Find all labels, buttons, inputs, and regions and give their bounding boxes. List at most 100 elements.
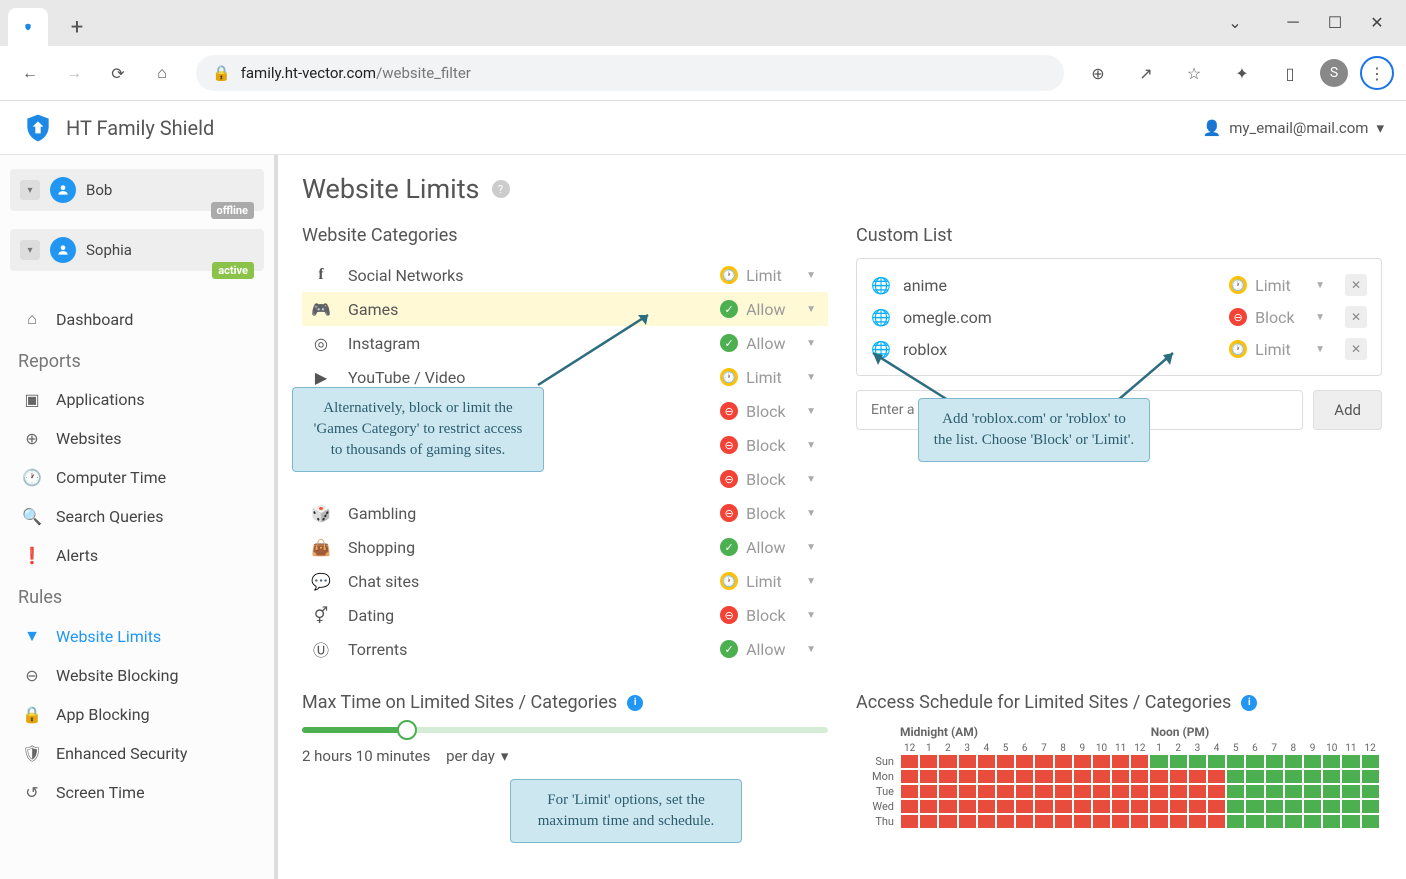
share-icon[interactable]: ↗ xyxy=(1128,55,1164,91)
back-button[interactable]: ← xyxy=(12,55,48,91)
schedule-cell[interactable] xyxy=(1034,754,1053,769)
schedule-cell[interactable] xyxy=(1073,814,1092,829)
remove-button[interactable]: ✕ xyxy=(1345,274,1367,296)
schedule-cell[interactable] xyxy=(958,799,977,814)
info-icon[interactable]: i xyxy=(1241,695,1257,711)
info-icon[interactable]: i xyxy=(627,695,643,711)
schedule-cell[interactable] xyxy=(1265,814,1284,829)
schedule-cell[interactable] xyxy=(1245,754,1264,769)
schedule-cell[interactable] xyxy=(996,754,1015,769)
schedule-cell[interactable] xyxy=(1092,769,1111,784)
schedule-cell[interactable] xyxy=(996,799,1015,814)
schedule-cell[interactable] xyxy=(1322,784,1341,799)
schedule-cell[interactable] xyxy=(1092,814,1111,829)
slider-thumb[interactable] xyxy=(397,720,417,740)
schedule-cell[interactable] xyxy=(1015,754,1034,769)
schedule-cell[interactable] xyxy=(1130,769,1149,784)
schedule-cell[interactable] xyxy=(1226,799,1245,814)
schedule-cell[interactable] xyxy=(1361,784,1380,799)
schedule-cell[interactable] xyxy=(1188,769,1207,784)
address-bar[interactable]: 🔒 family.ht-vector.com/website_filter xyxy=(196,55,1064,91)
schedule-cell[interactable] xyxy=(1303,769,1322,784)
forward-button[interactable]: → xyxy=(56,55,92,91)
schedule-cell[interactable] xyxy=(1341,799,1360,814)
minimize-button[interactable]: ─ xyxy=(1272,6,1314,38)
schedule-cell[interactable] xyxy=(1188,754,1207,769)
schedule-cell[interactable] xyxy=(938,814,957,829)
schedule-cell[interactable] xyxy=(1130,784,1149,799)
remove-button[interactable]: ✕ xyxy=(1345,338,1367,360)
schedule-cell[interactable] xyxy=(1322,799,1341,814)
schedule-cell[interactable] xyxy=(1073,754,1092,769)
category-row[interactable]: Ⓤ Torrents ✓ Allow ▼ xyxy=(302,632,828,666)
schedule-cell[interactable] xyxy=(1073,769,1092,784)
category-row[interactable]: 🎲 Gambling ⊖ Block ▼ xyxy=(302,496,828,530)
status-dropdown[interactable]: ⊖ Block ▼ xyxy=(720,606,816,625)
schedule-cell[interactable] xyxy=(1284,799,1303,814)
nav-website-blocking[interactable]: ⊖Website Blocking xyxy=(0,656,274,695)
active-tab[interactable] xyxy=(8,8,48,46)
schedule-cell[interactable] xyxy=(1361,769,1380,784)
schedule-cell[interactable] xyxy=(938,799,957,814)
schedule-cell[interactable] xyxy=(1284,784,1303,799)
nav-app-blocking[interactable]: 🔒App Blocking xyxy=(0,695,274,734)
home-button[interactable]: ⌂ xyxy=(144,55,180,91)
schedule-cell[interactable] xyxy=(1284,814,1303,829)
schedule-cell[interactable] xyxy=(1092,799,1111,814)
nav-websites[interactable]: ⊕Websites xyxy=(0,419,274,458)
schedule-cell[interactable] xyxy=(996,769,1015,784)
schedule-cell[interactable] xyxy=(1245,784,1264,799)
category-row[interactable]: f Social Networks 🕐 Limit ▼ xyxy=(302,258,828,292)
schedule-cell[interactable] xyxy=(1207,799,1226,814)
schedule-cell[interactable] xyxy=(919,814,938,829)
schedule-cell[interactable] xyxy=(1111,814,1130,829)
schedule-cell[interactable] xyxy=(996,784,1015,799)
schedule-cell[interactable] xyxy=(1245,769,1264,784)
schedule-cell[interactable] xyxy=(1169,784,1188,799)
help-icon[interactable]: ? xyxy=(492,180,510,198)
user-menu[interactable]: 👤 my_email@mail.com ▾ xyxy=(1203,119,1384,137)
schedule-cell[interactable] xyxy=(900,784,919,799)
schedule-cell[interactable] xyxy=(1245,814,1264,829)
schedule-cell[interactable] xyxy=(1111,754,1130,769)
schedule-cell[interactable] xyxy=(977,769,996,784)
status-dropdown[interactable]: ✓ Allow ▼ xyxy=(720,334,816,353)
schedule-cell[interactable] xyxy=(1149,769,1168,784)
schedule-cell[interactable] xyxy=(1169,814,1188,829)
schedule-cell[interactable] xyxy=(1054,754,1073,769)
schedule-cell[interactable] xyxy=(1245,799,1264,814)
schedule-cell[interactable] xyxy=(958,754,977,769)
browser-menu-button[interactable]: ⋮ xyxy=(1360,56,1394,90)
star-icon[interactable]: ☆ xyxy=(1176,55,1212,91)
schedule-cell[interactable] xyxy=(1073,784,1092,799)
status-dropdown[interactable]: ⊖ Block ▼ xyxy=(720,402,816,421)
category-row[interactable]: ⚥ Dating ⊖ Block ▼ xyxy=(302,598,828,632)
schedule-cell[interactable] xyxy=(1188,799,1207,814)
category-row[interactable]: 👜 Shopping ✓ Allow ▼ xyxy=(302,530,828,564)
profile-item[interactable]: ▾ Bob offline xyxy=(10,169,264,211)
schedule-cell[interactable] xyxy=(1226,784,1245,799)
status-dropdown[interactable]: ⊖ Block ▼ xyxy=(1229,308,1325,327)
schedule-cell[interactable] xyxy=(1207,769,1226,784)
nav-alerts[interactable]: ❗Alerts xyxy=(0,536,274,575)
schedule-cell[interactable] xyxy=(1130,754,1149,769)
schedule-cell[interactable] xyxy=(1149,814,1168,829)
status-dropdown[interactable]: ⊖ Block ▼ xyxy=(720,504,816,523)
schedule-cell[interactable] xyxy=(1303,814,1322,829)
schedule-cell[interactable] xyxy=(958,784,977,799)
status-dropdown[interactable]: ✓ Allow ▼ xyxy=(720,640,816,659)
status-dropdown[interactable]: 🕐 Limit ▼ xyxy=(1229,340,1325,359)
schedule-cell[interactable] xyxy=(958,814,977,829)
schedule-cell[interactable] xyxy=(919,784,938,799)
schedule-cell[interactable] xyxy=(958,769,977,784)
reload-button[interactable]: ⟳ xyxy=(100,55,136,91)
extension-icon[interactable]: ✦ xyxy=(1224,55,1260,91)
schedule-cell[interactable] xyxy=(1073,799,1092,814)
schedule-cell[interactable] xyxy=(1188,814,1207,829)
profile-avatar[interactable]: S xyxy=(1320,59,1348,87)
schedule-cell[interactable] xyxy=(1149,784,1168,799)
schedule-cell[interactable] xyxy=(900,814,919,829)
schedule-cell[interactable] xyxy=(1111,784,1130,799)
schedule-cell[interactable] xyxy=(1034,799,1053,814)
status-dropdown[interactable]: ⊖ Block ▼ xyxy=(720,436,816,455)
